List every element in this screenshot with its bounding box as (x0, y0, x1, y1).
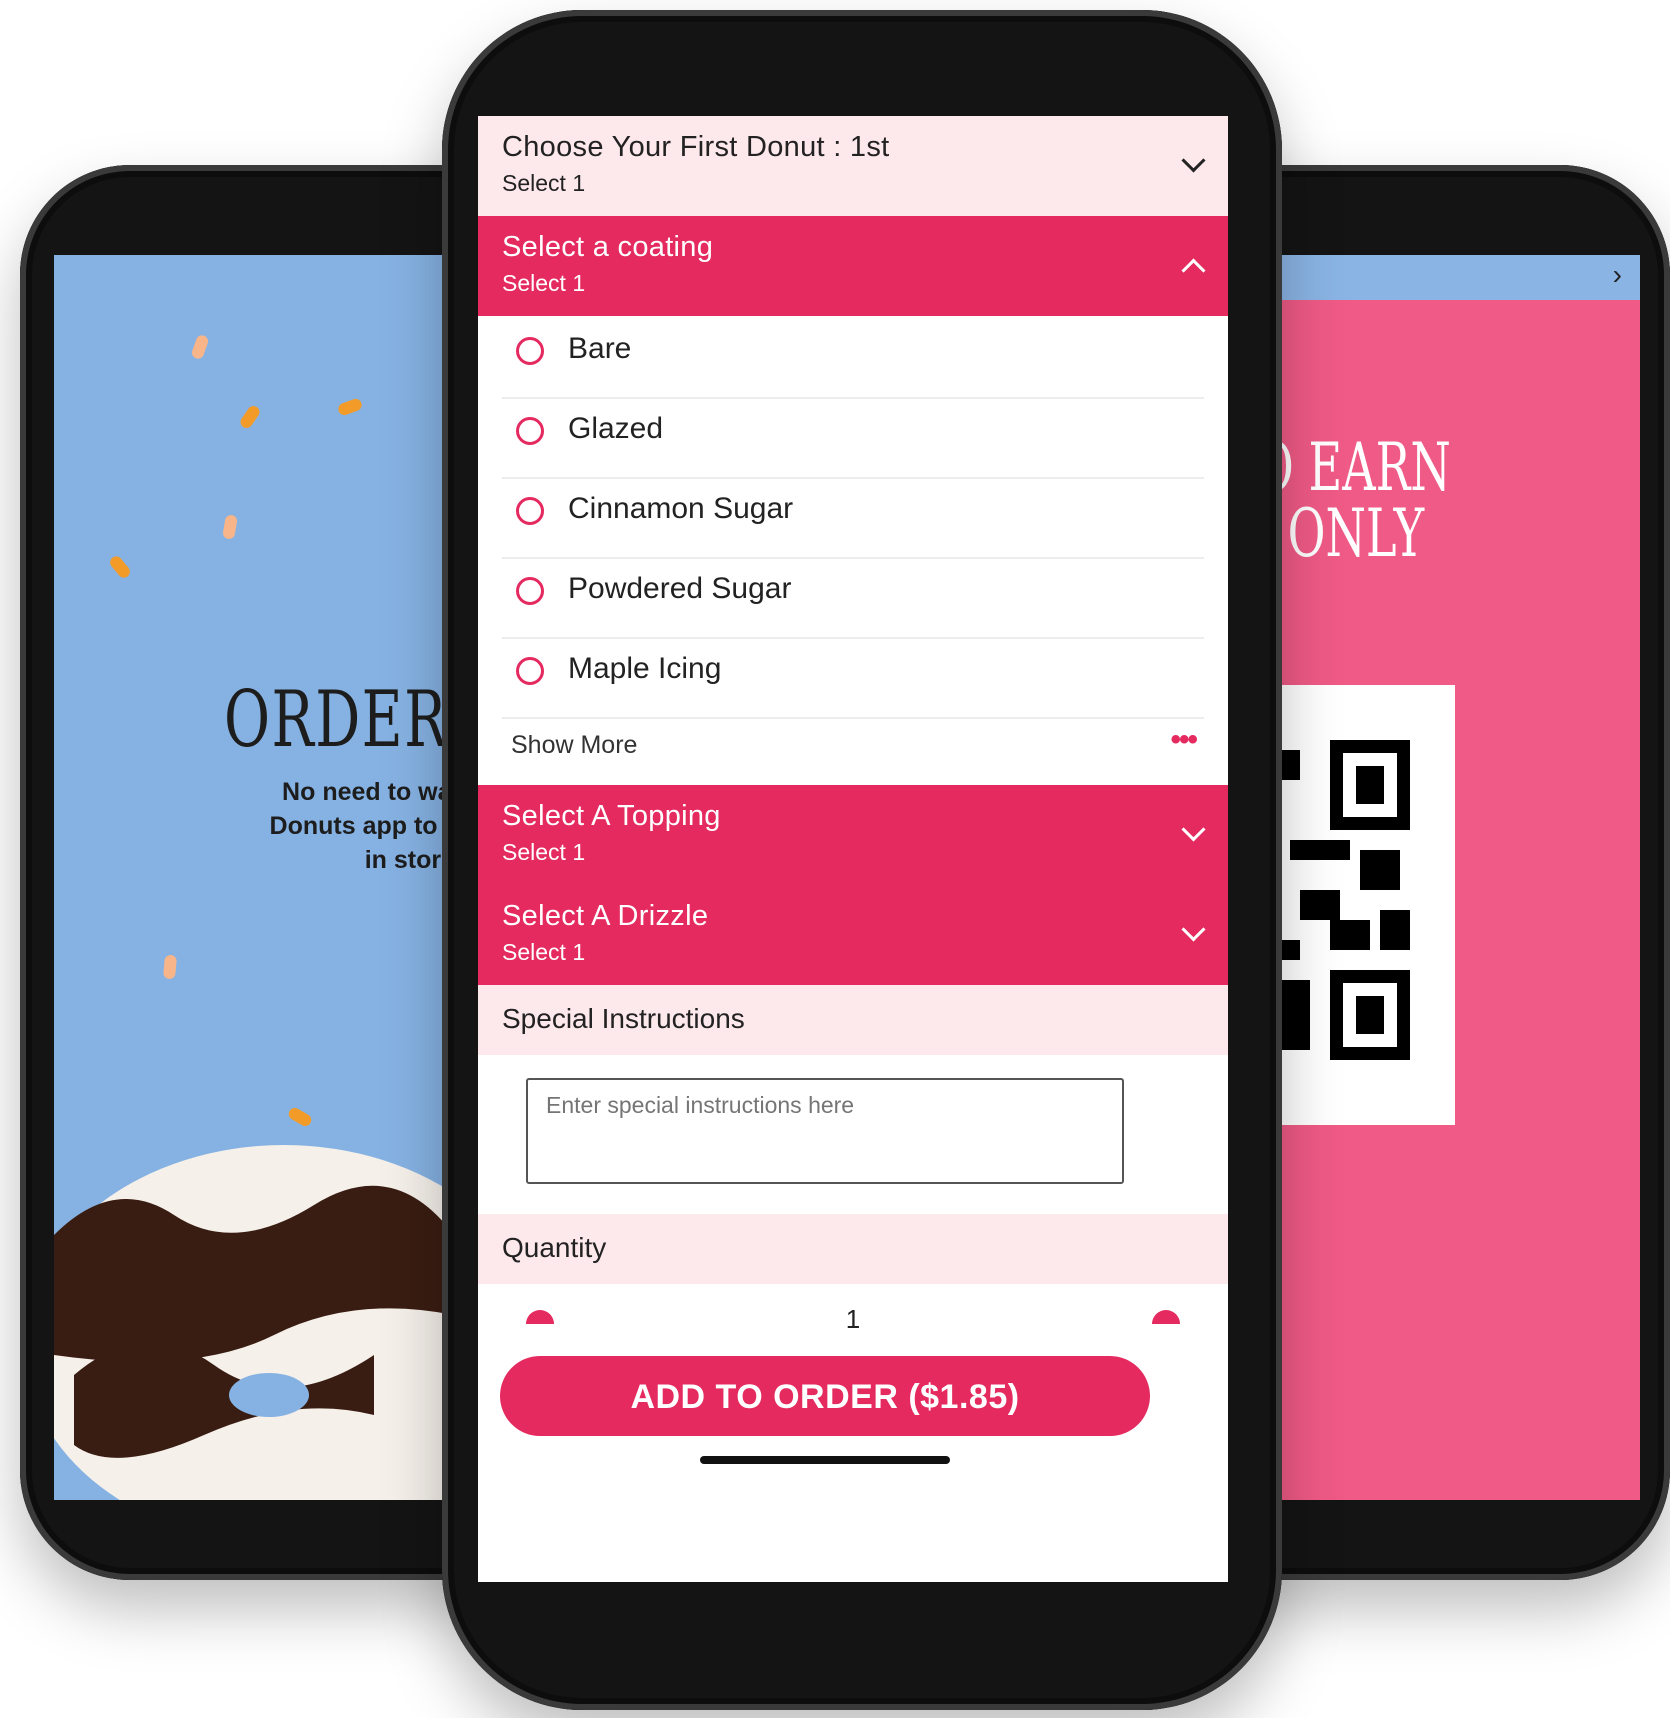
option-label: Powdered Sugar (568, 572, 792, 605)
promo-body: No need to wait in line Donuts app to or… (269, 778, 494, 874)
quantity-stepper: 1 (478, 1286, 1228, 1356)
home-indicator (700, 1456, 950, 1464)
radio-button[interactable] (516, 337, 544, 365)
left-promo-screen: ORDER AH No need to wait in line Donuts … (54, 255, 494, 1500)
topping-section-header[interactable]: Select A Topping Select 1 (478, 785, 1228, 885)
sprinkle (162, 954, 178, 980)
sprinkle (190, 333, 210, 361)
option-label: Maple Icing (568, 652, 722, 685)
sprinkle (107, 553, 133, 581)
special-instructions-label: Special Instructions (502, 1003, 745, 1034)
radio-button[interactable] (516, 657, 544, 685)
option-label: Bare (568, 332, 632, 365)
topping-subtitle: Select 1 (502, 839, 586, 865)
drizzle-section-header[interactable]: Select A Drizzle Select 1 (478, 885, 1228, 985)
option-label: Glazed (568, 412, 664, 445)
coating-option-bare[interactable]: Bare (478, 311, 1228, 399)
sprinkle (222, 514, 238, 540)
coating-option-maple-icing[interactable]: Maple Icing (478, 631, 1228, 719)
drizzle-title: Select A Drizzle (502, 900, 709, 932)
radio-button[interactable] (516, 577, 544, 605)
coating-option-glazed[interactable]: Glazed (478, 391, 1228, 479)
center-phone-mockup: Choose Your First Donut : 1st Select 1 S… (442, 10, 1282, 1710)
order-customization-screen: Choose Your First Donut : 1st Select 1 S… (478, 116, 1228, 1582)
donut-image (54, 1145, 494, 1500)
coating-subtitle: Select 1 (502, 270, 586, 296)
sprinkle (238, 403, 262, 431)
option-label: Cinnamon Sugar (568, 492, 794, 525)
radio-button[interactable] (516, 417, 544, 445)
coating-option-cinnamon-sugar[interactable]: Cinnamon Sugar (478, 471, 1228, 559)
quantity-header: Quantity (478, 1214, 1228, 1284)
coating-title: Select a coating (502, 231, 714, 263)
special-instructions-input[interactable] (526, 1078, 1124, 1184)
show-more-row[interactable]: Show More ••• (478, 711, 1228, 785)
quantity-label: Quantity (502, 1232, 607, 1263)
show-more-label: Show More (511, 731, 638, 759)
first-donut-subtitle: Select 1 (502, 170, 586, 196)
quantity-value: 1 (845, 1304, 861, 1334)
sprinkle (336, 397, 364, 417)
topping-title: Select A Topping (502, 800, 721, 832)
first-donut-section[interactable]: Choose Your First Donut : 1st Select 1 (478, 116, 1228, 216)
more-dots-icon[interactable]: ••• (1170, 723, 1197, 757)
add-to-order-button[interactable]: ADD TO ORDER ($1.85) (500, 1356, 1150, 1436)
special-instructions-header: Special Instructions (478, 985, 1228, 1055)
coating-option-powdered-sugar[interactable]: Powdered Sugar (478, 551, 1228, 639)
radio-button[interactable] (516, 497, 544, 525)
coating-section-header[interactable]: Select a coating Select 1 (478, 216, 1228, 316)
first-donut-title: Choose Your First Donut : 1st (502, 131, 890, 163)
drizzle-subtitle: Select 1 (502, 939, 586, 965)
chevron-right-icon[interactable]: › (1613, 259, 1622, 291)
